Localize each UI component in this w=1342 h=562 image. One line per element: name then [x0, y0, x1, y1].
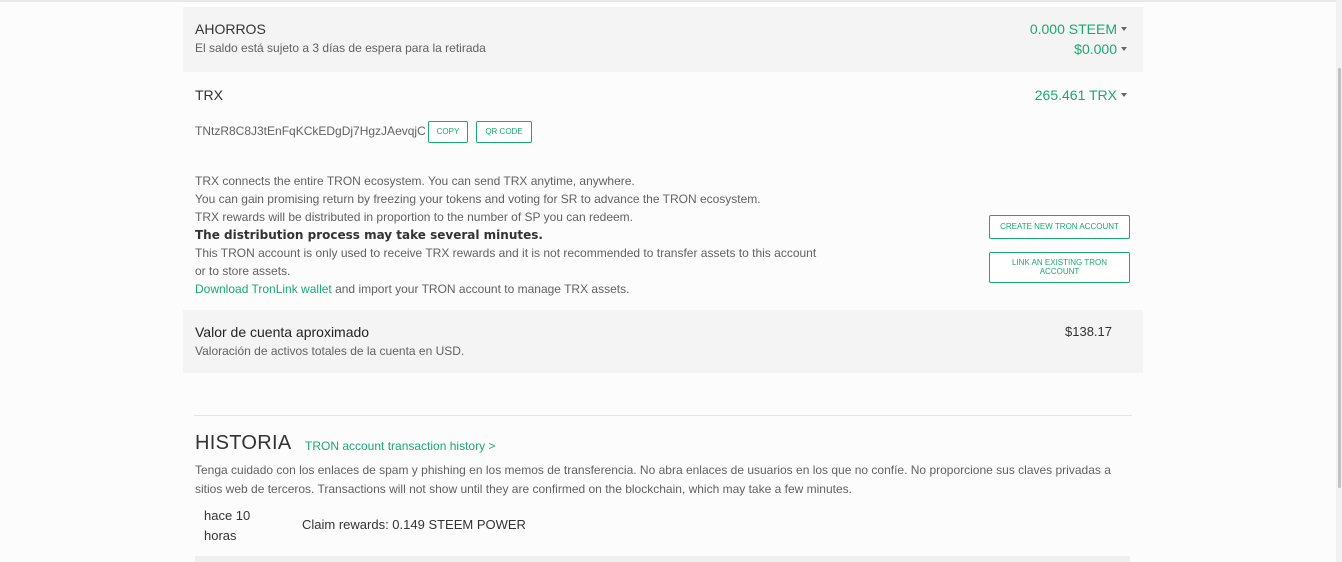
transaction-time: hace 10 horas	[204, 508, 251, 543]
savings-steem-amount: 0.000 STEEM	[1029, 21, 1117, 37]
section-divider	[194, 415, 1132, 416]
trx-address: TNtzR8C8J3tEnFqKCkEDgDj7HgzJAevqjC	[195, 124, 426, 138]
qr-code-button[interactable]: QR CODE	[476, 121, 532, 143]
account-value-subtitle: Valoración de activos totales de la cuen…	[195, 344, 465, 358]
transaction-description: Claim rewards: 0.149 STEEM POWER	[302, 517, 526, 532]
trx-description: TRX connects the entire TRON ecosystem. …	[195, 172, 835, 298]
trx-title: TRX	[195, 87, 223, 103]
trx-line: TRX rewards will be distributed in propo…	[195, 210, 633, 224]
trx-amount-dropdown[interactable]: 265.461 TRX	[1035, 87, 1127, 103]
create-tron-account-button[interactable]: CREATE NEW TRON ACCOUNT	[989, 215, 1130, 239]
caret-down-icon	[1121, 93, 1127, 97]
top-border	[0, 0, 1342, 2]
savings-title: AHORROS	[195, 21, 266, 37]
link-tron-account-button[interactable]: LINK AN EXISTING TRON ACCOUNT	[989, 252, 1130, 283]
trx-line: TRX connects the entire TRON ecosystem. …	[195, 174, 635, 188]
account-value-title: Valor de cuenta aproximado	[195, 324, 370, 340]
account-value-amount: $138.17	[1065, 324, 1112, 339]
history-title: HISTORIA	[195, 432, 292, 454]
savings-subtitle: El saldo está sujeto a 3 días de espera …	[195, 41, 486, 55]
scrollbar-thumb[interactable]	[1338, 68, 1341, 488]
scrollbar[interactable]	[1336, 0, 1342, 562]
caret-down-icon	[1121, 27, 1127, 31]
table-row	[195, 556, 1130, 562]
copy-button[interactable]: COPY	[428, 121, 468, 143]
trx-row: TRX 265.461 TRX TNtzR8C8J3tEnFqKCkEDgDj7…	[183, 72, 1143, 310]
savings-steem-dropdown[interactable]: 0.000 STEEM	[1030, 21, 1127, 37]
history-warning: Tenga cuidado con los enlaces de spam y …	[195, 463, 1111, 496]
trx-download-line: Download TronLink wallet and import your…	[195, 280, 835, 298]
savings-usd-amount: $0.000	[1074, 41, 1117, 57]
caret-down-icon	[1121, 47, 1127, 51]
trx-amount: 265.461 TRX	[1034, 87, 1117, 103]
trx-line: You can gain promising return by freezin…	[195, 192, 761, 206]
account-value-row: Valor de cuenta aproximado Valoración de…	[183, 310, 1143, 373]
download-tronlink-link[interactable]: Download TronLink wallet	[195, 282, 332, 296]
download-rest-text: and import your TRON account to manage T…	[331, 282, 630, 296]
trx-note: This TRON account is only used to receiv…	[195, 246, 817, 278]
savings-usd-dropdown[interactable]: $0.000	[1074, 41, 1127, 57]
tron-history-link[interactable]: TRON account transaction history >	[305, 439, 495, 453]
trx-distribution-notice: The distribution process may take severa…	[195, 228, 543, 242]
savings-row: AHORROS El saldo está sujeto a 3 días de…	[183, 7, 1143, 72]
